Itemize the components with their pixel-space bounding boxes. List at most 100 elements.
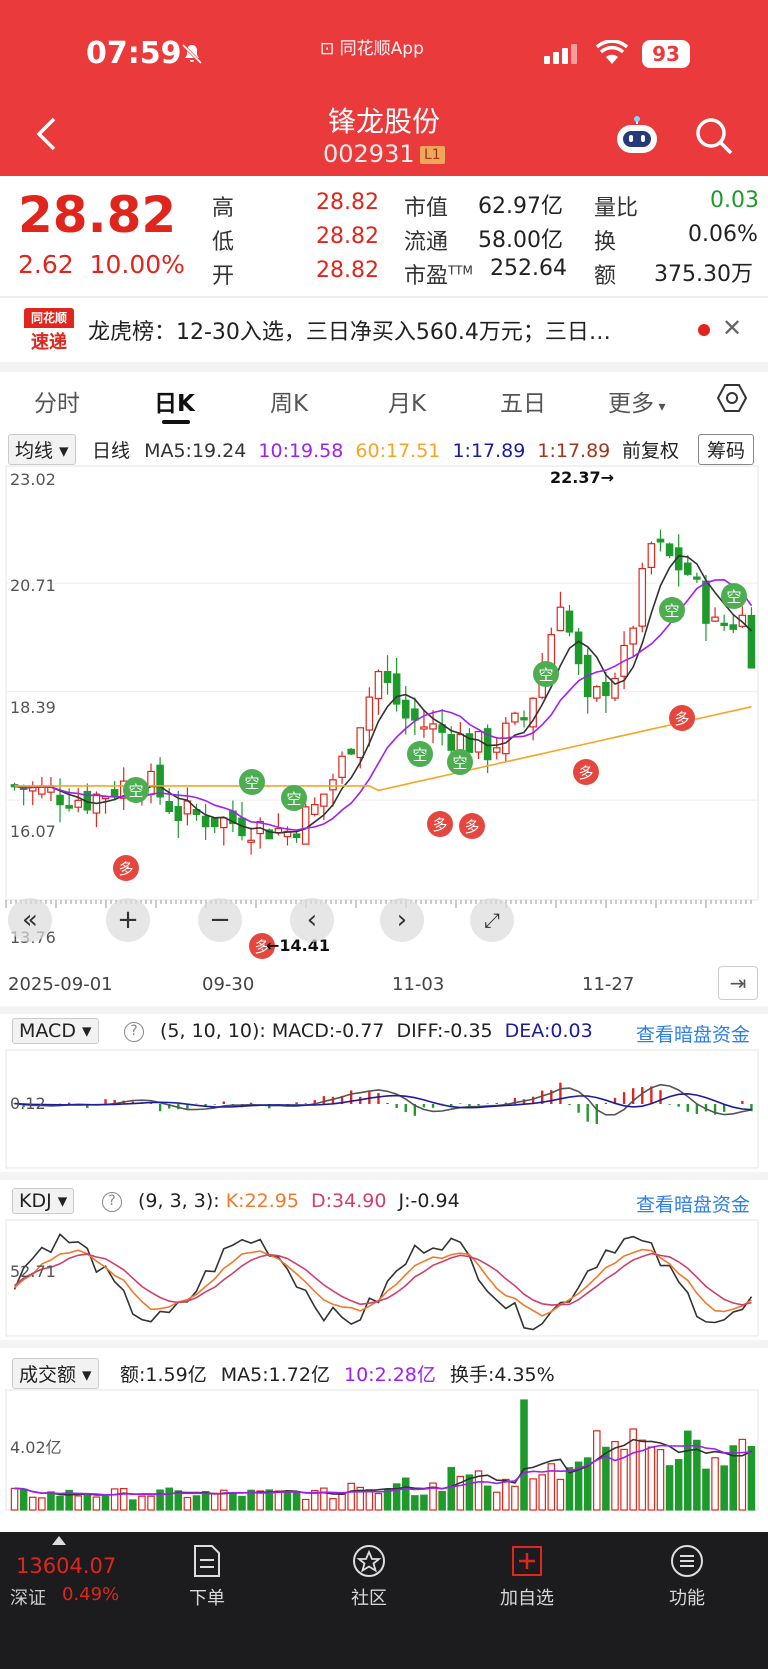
k-line	[13, 1248, 752, 1317]
volume-bar	[447, 1466, 456, 1511]
volume-bar	[92, 1496, 101, 1511]
candle	[429, 723, 437, 730]
scroll-right-button[interactable]: ›	[380, 898, 424, 942]
volume-bar	[165, 1487, 173, 1511]
nav-functions[interactable]: 功能	[642, 1538, 732, 1610]
float-label: 流通	[404, 230, 449, 255]
candle	[520, 717, 528, 721]
tab-fenshi[interactable]: 分时	[34, 384, 80, 418]
robot-assistant-icon[interactable]	[614, 116, 660, 156]
fullscreen-button[interactable]: ⤢	[470, 898, 514, 942]
jump-to-latest-icon[interactable]: ⇥	[718, 966, 758, 1000]
index-name: 深证	[10, 1588, 46, 1609]
price-change: 2.62 10.00%	[18, 250, 185, 279]
volume-bar	[329, 1498, 337, 1511]
long-signal-label: 多	[118, 860, 133, 878]
volume-bar	[520, 1399, 528, 1511]
pe-value: 252.64	[490, 256, 567, 281]
amount-value: 375.30万	[654, 262, 753, 287]
level-badge: L1	[420, 146, 445, 164]
volume-bar	[292, 1492, 301, 1511]
volume-bar	[529, 1478, 537, 1511]
volume-bar	[538, 1474, 546, 1511]
tab-monthly-k[interactable]: 月K	[388, 384, 426, 418]
volume-chart[interactable]	[0, 1388, 768, 1512]
candle	[210, 817, 219, 828]
dark-pool-link[interactable]: 查看暗盘资金	[636, 1190, 750, 1217]
volume-bar	[238, 1495, 246, 1511]
scroll-left-button[interactable]: ‹	[290, 898, 334, 942]
macd-dropdown[interactable]: MACD ▾	[12, 1018, 99, 1044]
news-logo: 同花顺 速递	[24, 308, 74, 353]
y-label: 23.02	[10, 470, 56, 489]
ma-dropdown[interactable]: 均线 ▾	[8, 434, 76, 465]
dark-pool-link[interactable]: 查看暗盘资金	[636, 1020, 750, 1047]
nav-order[interactable]: 下单	[162, 1538, 252, 1610]
community-star-icon	[353, 1545, 385, 1577]
y-label: 16.07	[10, 822, 56, 841]
candle	[156, 764, 164, 798]
candle	[693, 576, 701, 580]
chips-button[interactable]: 筹码	[698, 434, 755, 465]
nav-add-watchlist[interactable]: 加自选	[482, 1538, 572, 1610]
volume-bar	[593, 1430, 601, 1511]
tab-five-day[interactable]: 五日	[500, 384, 546, 418]
kdj-chart[interactable]	[0, 1218, 768, 1340]
volume-dropdown[interactable]: 成交额 ▾	[12, 1358, 99, 1389]
help-icon[interactable]: ?	[124, 1022, 144, 1042]
adjust-mode[interactable]: 前复权	[622, 436, 679, 463]
volume-bar	[720, 1465, 728, 1511]
tab-daily-k[interactable]: 日K	[154, 384, 195, 418]
collapse-left-button[interactable]: «	[8, 898, 52, 942]
d-line	[13, 1252, 752, 1306]
zoom-in-button[interactable]: +	[106, 898, 150, 942]
divider	[0, 362, 768, 372]
volume-bar	[665, 1465, 674, 1511]
open-value: 28.82	[316, 258, 379, 283]
mute-bell-icon	[181, 43, 203, 65]
short-signal-label: 空	[452, 754, 467, 772]
expand-up-icon[interactable]	[52, 1536, 66, 1545]
volume-bar	[110, 1488, 119, 1511]
close-icon[interactable]: ✕	[722, 314, 742, 342]
battery-indicator: 93	[642, 40, 690, 68]
candle	[720, 622, 728, 626]
tab-more[interactable]: 更多 ▾	[608, 384, 665, 418]
candle	[201, 815, 210, 828]
tab-weekly-k[interactable]: 周K	[270, 384, 308, 418]
short-signal-label: 空	[664, 602, 679, 620]
help-icon[interactable]: ?	[102, 1192, 122, 1212]
kdj-dropdown[interactable]: KDJ ▾	[12, 1188, 75, 1214]
divider	[0, 1172, 768, 1180]
news-ticker[interactable]: 龙虎榜：12-30入选，三日净买入560.4万元；三日…	[88, 314, 668, 346]
search-icon[interactable]	[694, 116, 734, 156]
y-label: 20.71	[10, 576, 56, 595]
volume-bar	[283, 1491, 292, 1511]
zoom-out-button[interactable]: −	[198, 898, 242, 942]
volume-bar	[401, 1477, 410, 1511]
candle	[747, 614, 756, 669]
candle	[165, 801, 173, 813]
ma60-line	[14, 705, 752, 792]
candle	[702, 580, 710, 624]
chart-frame	[5, 1049, 759, 1169]
low-label: 低	[212, 230, 235, 255]
volume-bar	[129, 1499, 137, 1511]
settings-hexagon-icon[interactable]	[716, 382, 748, 414]
macd-chart[interactable]	[0, 1048, 768, 1172]
volume-bar	[438, 1490, 446, 1511]
nav-community[interactable]: 社区	[324, 1538, 414, 1610]
app-logo-icon: ⊡	[320, 39, 340, 59]
float-value: 58.00亿	[478, 228, 563, 253]
candle	[656, 538, 665, 543]
index-value[interactable]: 13604.07	[16, 1554, 116, 1578]
mktcap-label: 市值	[404, 196, 449, 221]
volume-bar	[565, 1467, 574, 1511]
candle	[347, 748, 355, 755]
candle	[556, 606, 565, 632]
app-header: 07:59 ⊡ 同花顺App 93 锋龙股份 002931 L1	[0, 0, 768, 176]
kline-chart[interactable]: 空空空空 空空空空多多 多多多多	[0, 464, 768, 960]
add-square-icon	[512, 1546, 542, 1576]
volume-level-label: 4.02亿	[10, 1438, 62, 1457]
volume-bar	[747, 1445, 756, 1511]
